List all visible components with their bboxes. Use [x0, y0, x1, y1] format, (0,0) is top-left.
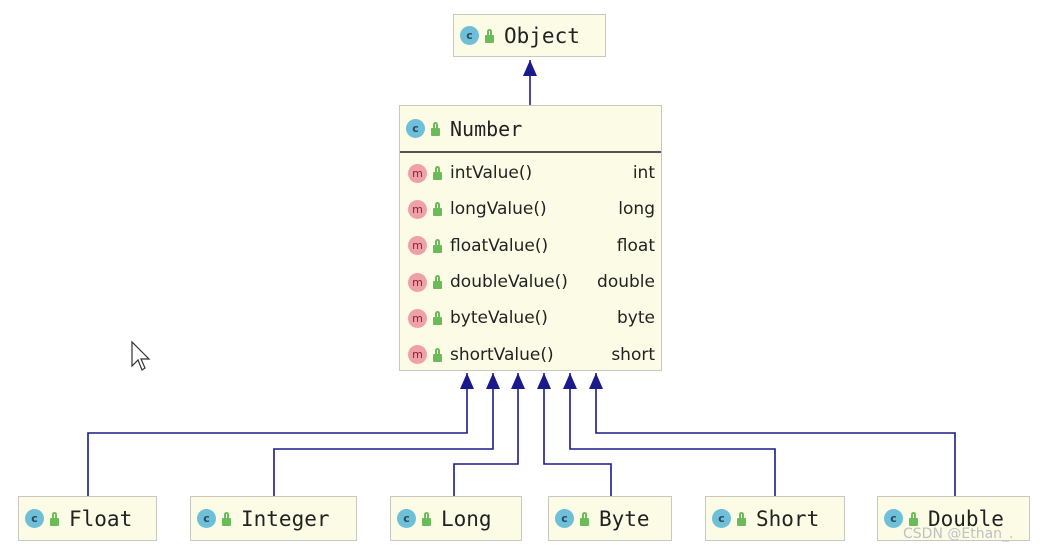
public-lock-icon	[433, 275, 442, 290]
return-type: long	[618, 199, 655, 220]
public-lock-icon	[485, 28, 494, 43]
public-lock-icon	[422, 511, 431, 526]
final-class-icon: c	[25, 509, 44, 528]
final-class-icon: c	[397, 509, 416, 528]
return-type: double	[597, 272, 655, 293]
class-object[interactable]: c Object	[453, 14, 606, 57]
class-name: Number	[450, 116, 523, 141]
watermark: CSDN @Ethan_.	[903, 526, 1014, 542]
method-name: byteValue()	[450, 308, 548, 329]
public-lock-icon	[50, 511, 59, 526]
class-icon: c	[460, 26, 479, 45]
class-name: Object	[504, 23, 580, 48]
public-lock-icon	[433, 347, 442, 362]
public-lock-icon	[909, 511, 918, 526]
class-name: Byte	[599, 506, 650, 531]
abstract-class-icon: c	[406, 119, 425, 138]
class-name: Integer	[241, 506, 330, 531]
method-name: doubleValue()	[450, 272, 568, 293]
public-lock-icon	[431, 121, 440, 136]
public-lock-icon	[433, 202, 442, 217]
return-type: byte	[617, 308, 655, 329]
public-lock-icon	[433, 166, 442, 181]
method-row[interactable]: m longValue() long	[400, 191, 661, 227]
method-row[interactable]: m floatValue() float	[400, 228, 661, 264]
final-class-icon: c	[884, 509, 903, 528]
class-name: Short	[756, 506, 820, 531]
method-icon: m	[408, 163, 427, 183]
method-row[interactable]: m shortValue() short	[400, 336, 661, 372]
method-icon: m	[408, 308, 427, 328]
edge-float	[87, 373, 474, 496]
method-name: longValue()	[450, 199, 547, 220]
public-lock-icon	[737, 511, 746, 526]
class-byte[interactable]: c Byte	[548, 496, 672, 541]
edge-byte	[537, 373, 612, 496]
class-name: Long	[441, 506, 492, 531]
method-name: shortValue()	[450, 344, 554, 365]
final-class-icon: c	[555, 509, 574, 528]
mouse-cursor-icon	[131, 340, 151, 371]
method-row[interactable]: m byteValue() byte	[400, 300, 661, 336]
method-icon: m	[408, 199, 427, 219]
class-name: Float	[69, 506, 133, 531]
public-lock-icon	[433, 238, 442, 253]
final-class-icon: c	[712, 509, 731, 528]
class-float[interactable]: c Float	[18, 496, 157, 541]
return-type: float	[616, 235, 655, 256]
edge-long	[453, 373, 525, 496]
return-type: short	[611, 344, 655, 365]
public-lock-icon	[580, 511, 589, 526]
class-long[interactable]: c Long	[390, 496, 522, 541]
class-integer[interactable]: c Integer	[190, 496, 357, 541]
public-lock-icon	[222, 511, 231, 526]
final-class-icon: c	[197, 509, 216, 528]
method-icon: m	[408, 345, 427, 365]
public-lock-icon	[433, 311, 442, 326]
class-short[interactable]: c Short	[705, 496, 845, 541]
edge-integer	[273, 373, 500, 496]
method-name: floatValue()	[450, 235, 549, 256]
method-row[interactable]: m doubleValue() double	[400, 264, 661, 300]
return-type: int	[632, 163, 655, 184]
class-number[interactable]: c Number m intValue() int m longValue() long …	[399, 105, 662, 371]
method-icon: m	[408, 272, 427, 292]
method-row[interactable]: m intValue() int	[400, 155, 661, 191]
method-name: intValue()	[450, 163, 533, 184]
edge-short	[563, 373, 776, 496]
method-icon: m	[408, 236, 427, 256]
